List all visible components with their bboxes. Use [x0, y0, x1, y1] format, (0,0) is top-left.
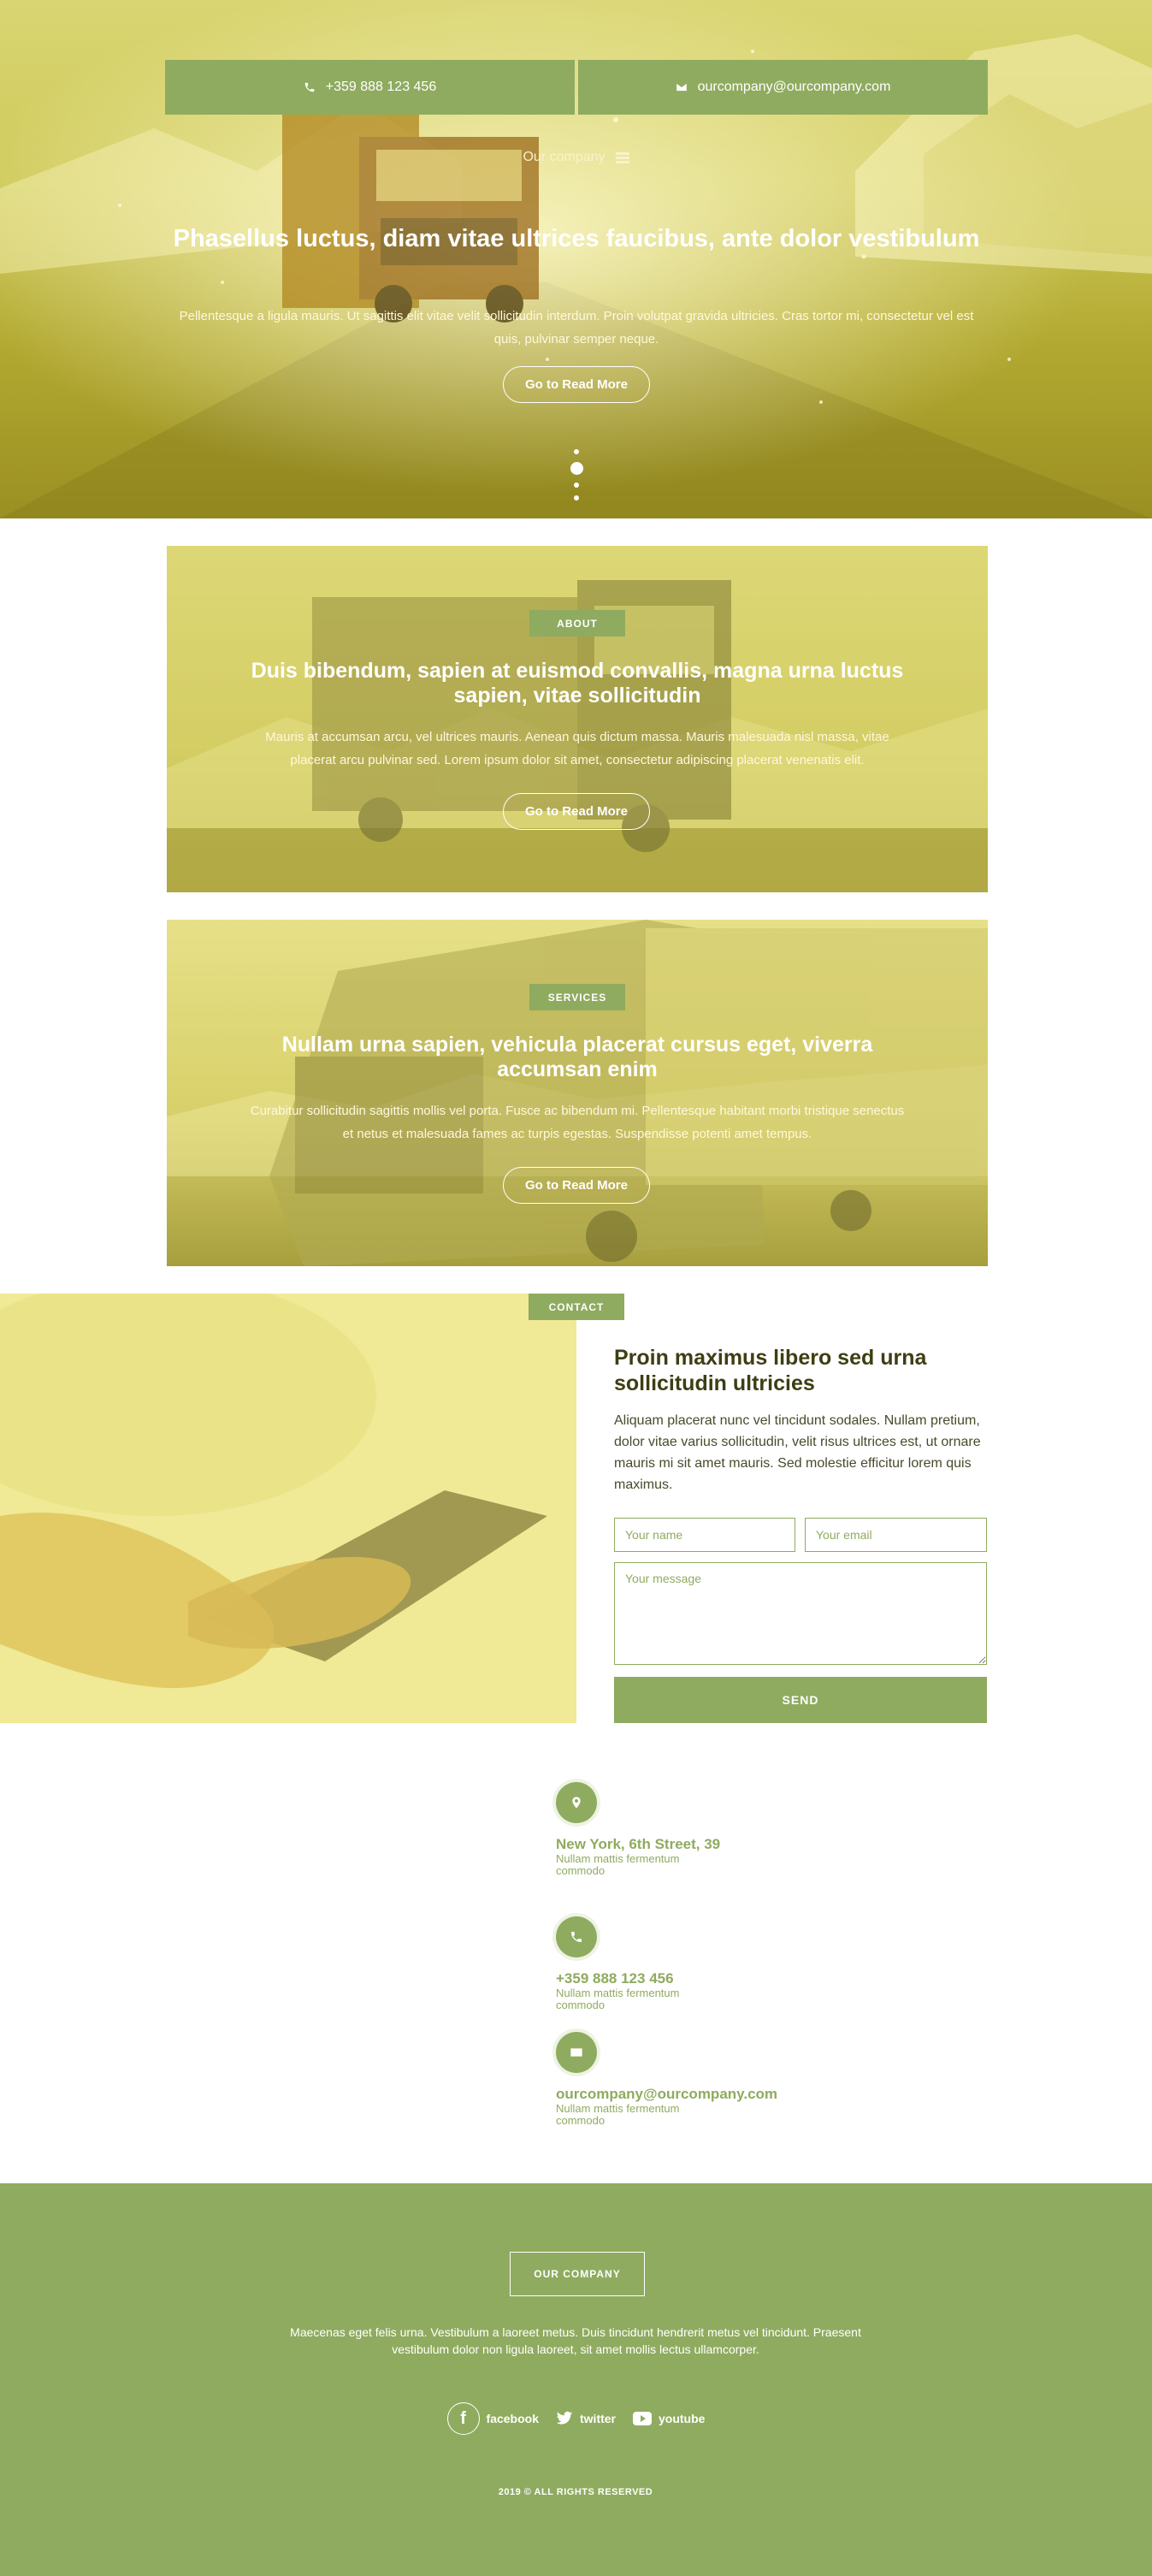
- services-read-more-button[interactable]: Go to Read More: [503, 1167, 650, 1204]
- navbar-brand-row: Our company: [0, 150, 1152, 165]
- facebook-label: facebook: [486, 2412, 539, 2425]
- twitter-icon: [556, 2411, 573, 2425]
- footer-brand[interactable]: OUR COMPANY: [510, 2252, 645, 2296]
- hero-read-more-button[interactable]: Go to Read More: [503, 366, 650, 403]
- twitter-link[interactable]: twitter: [556, 2411, 616, 2426]
- twitter-label: twitter: [580, 2412, 616, 2425]
- email-link[interactable]: ourcompany@ourcompany.com: [578, 60, 988, 115]
- footer-text: Maecenas eget felis urna. Vestibulum a l…: [290, 2325, 861, 2356]
- phone-icon: [556, 1916, 597, 1957]
- map-marker-icon: [556, 1782, 597, 1823]
- address-subtitle: Nullam mattis fermentum commodo: [556, 1852, 680, 1877]
- email-text: ourcompany@ourcompany.com: [697, 80, 891, 94]
- copyright-text: 2019 © ALL RIGHTS RESERVED: [498, 2487, 653, 2497]
- slider-dot[interactable]: [574, 483, 579, 488]
- hero-title: Phasellus luctus, diam vitae ultrices fa…: [173, 225, 980, 252]
- about-section: ABOUT Duis bibendum, sapien at euismod c…: [167, 546, 988, 892]
- contact-tag: CONTACT: [529, 1294, 624, 1320]
- envelope-icon: [556, 2032, 597, 2073]
- contact-image: [0, 1294, 576, 1723]
- about-title: Duis bibendum, sapien at euismod convall…: [251, 659, 904, 708]
- youtube-link[interactable]: youtube: [633, 2412, 705, 2425]
- footer: OUR COMPANY Maecenas eget felis urna. Ve…: [0, 2183, 1152, 2576]
- slider-dot[interactable]: [574, 495, 579, 500]
- youtube-label: youtube: [659, 2412, 706, 2425]
- email-title[interactable]: ourcompany@ourcompany.com: [556, 2085, 812, 2103]
- phone-text: +359 888 123 456: [325, 80, 437, 94]
- about-text: Mauris at accumsan arcu, vel ultrices ma…: [265, 730, 889, 767]
- hero-slider: +359 888 123 456 ourcompany@ourcompany.c…: [0, 0, 1152, 518]
- slider-dot-active[interactable]: [570, 462, 583, 475]
- send-button[interactable]: SEND: [614, 1677, 987, 1723]
- contact-title: Proin maximus libero sed urna sollicitud…: [614, 1346, 927, 1395]
- truck-illustration: [282, 111, 539, 323]
- services-background-image: [167, 920, 988, 1266]
- youtube-icon: [633, 2412, 652, 2425]
- info-phone: +359 888 123 456 Nullam mattis fermentum…: [556, 1916, 812, 2011]
- phone-title[interactable]: +359 888 123 456: [556, 1969, 812, 1987]
- facebook-icon: f: [446, 2402, 480, 2435]
- slider-dots: [570, 449, 583, 500]
- hero-text: Pellentesque a ligula mauris. Ut sagitti…: [179, 309, 974, 346]
- services-section: SERVICES Nullam urna sapien, vehicula pl…: [167, 920, 988, 1266]
- services-tag: SERVICES: [529, 984, 625, 1010]
- about-background-image: [167, 546, 988, 892]
- contact-text: Aliquam placerat nunc vel tincidunt soda…: [614, 1413, 981, 1492]
- address-title: New York, 6th Street, 39: [556, 1836, 721, 1852]
- social-links: f facebook twitter youtube: [0, 2402, 1152, 2435]
- info-address: New York, 6th Street, 39 Nullam mattis f…: [556, 1782, 812, 1877]
- email-input[interactable]: [805, 1518, 987, 1552]
- info-email: ourcompany@ourcompany.com Nullam mattis …: [556, 2032, 812, 2127]
- top-contact-bar: +359 888 123 456 ourcompany@ourcompany.c…: [165, 60, 988, 115]
- facebook-link[interactable]: f facebook: [446, 2402, 539, 2435]
- slider-dot[interactable]: [574, 449, 579, 454]
- services-title: Nullam urna sapien, vehicula placerat cu…: [281, 1033, 873, 1081]
- phone-subtitle: Nullam mattis fermentum commodo: [556, 1987, 680, 2011]
- email-subtitle: Nullam mattis fermentum commodo: [556, 2102, 680, 2127]
- about-tag: ABOUT: [529, 610, 625, 637]
- phone-icon: [304, 82, 315, 92]
- message-textarea[interactable]: [614, 1562, 987, 1665]
- brand-name[interactable]: Our company: [523, 150, 605, 165]
- services-text: Curabitur sollicitudin sagittis mollis v…: [250, 1104, 905, 1141]
- hands-phone-illustration: [0, 1294, 576, 1723]
- hamburger-menu-icon[interactable]: [615, 151, 629, 163]
- phone-link[interactable]: +359 888 123 456: [165, 60, 575, 115]
- about-read-more-button[interactable]: Go to Read More: [503, 793, 650, 830]
- name-input[interactable]: [614, 1518, 795, 1552]
- envelope-icon: [676, 83, 687, 92]
